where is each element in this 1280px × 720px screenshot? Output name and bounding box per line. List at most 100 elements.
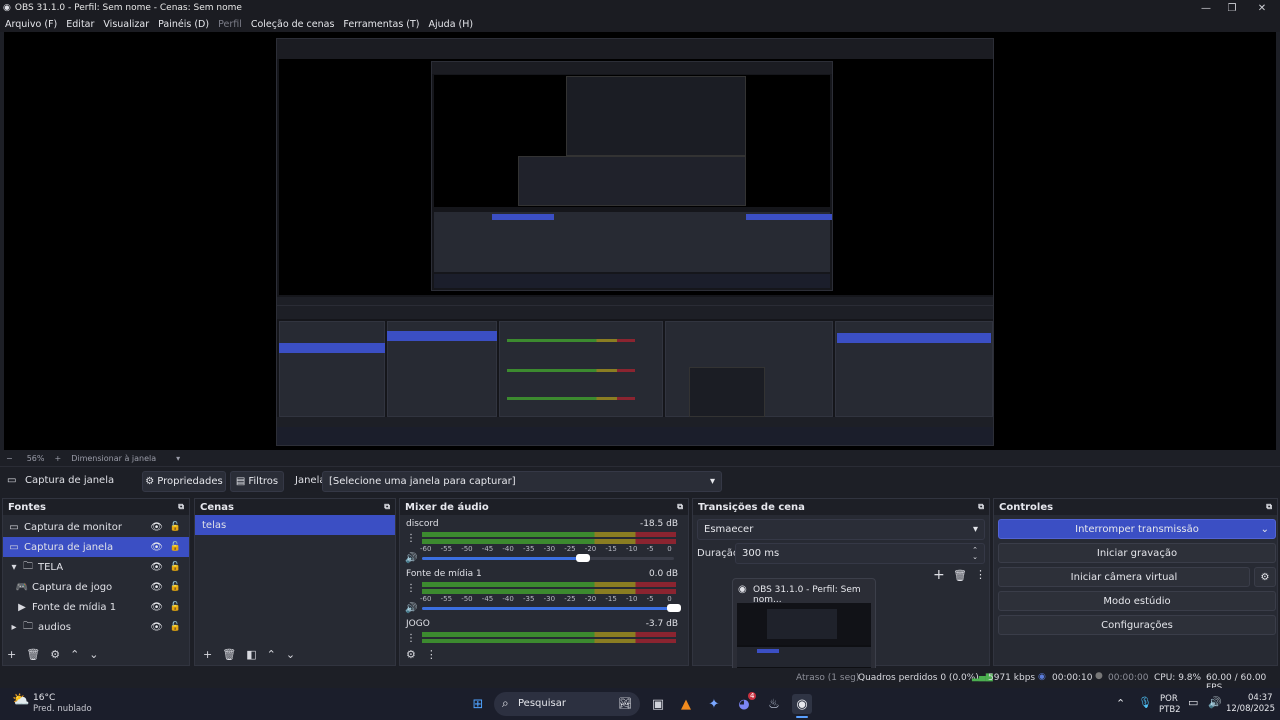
- stop-stream-button[interactable]: Interromper transmissão ⌄: [998, 519, 1276, 539]
- source-item[interactable]: ▶ Fonte de mídia 1 👁 🔓: [3, 597, 189, 617]
- source-item[interactable]: ▭ Captura de monitor 👁 🔓: [3, 517, 189, 537]
- menu-ferramentas[interactable]: Ferramentas (T): [343, 19, 419, 30]
- volume-slider-handle[interactable]: [667, 604, 681, 612]
- recursive-capture-preview: [276, 38, 994, 446]
- settings-button[interactable]: Configurações: [998, 615, 1276, 635]
- sources-toolbar: + 🗑 ⚙ ⌃ ⌄: [3, 643, 189, 665]
- menu-colecao-cenas[interactable]: Coleção de cenas: [251, 19, 335, 30]
- chevron-up-icon[interactable]: ⌃: [1116, 697, 1125, 710]
- taskbar-search[interactable]: ⌕ Pesquisar 🏞: [494, 692, 640, 716]
- clock-date[interactable]: 12/08/2025: [1226, 704, 1275, 714]
- eye-icon[interactable]: 👁: [150, 522, 163, 533]
- language-indicator[interactable]: POR: [1160, 694, 1178, 704]
- menu-editar[interactable]: Editar: [66, 19, 94, 30]
- move-down-icon[interactable]: ⌄: [286, 648, 295, 661]
- source-item[interactable]: ▸ 🗀 audios 👁 🔓: [3, 617, 189, 637]
- menu-ajuda[interactable]: Ajuda (H): [429, 19, 474, 30]
- copilot-icon[interactable]: ✦: [704, 694, 724, 714]
- gear-icon[interactable]: ⚙: [406, 648, 416, 661]
- menu-visualizar[interactable]: Visualizar: [103, 19, 149, 30]
- virtual-camera-settings-button[interactable]: ⚙: [1254, 567, 1276, 587]
- undock-icon[interactable]: ⧉: [677, 502, 683, 512]
- lock-icon[interactable]: 🔓: [170, 522, 181, 532]
- start-virtual-camera-button[interactable]: Iniciar câmera virtual: [998, 567, 1250, 587]
- trash-icon[interactable]: 🗑: [953, 569, 967, 582]
- filter-icon[interactable]: ◧: [246, 648, 256, 661]
- duration-stepper[interactable]: 300 ms ⌃ ⌄: [735, 543, 985, 564]
- chevron-down-icon[interactable]: ▾: [176, 454, 180, 463]
- zoom-out-button[interactable]: −: [6, 454, 13, 463]
- chevron-right-icon[interactable]: ▸: [7, 622, 21, 633]
- clock-time[interactable]: 04:37: [1248, 693, 1273, 703]
- trash-icon[interactable]: 🗑: [26, 648, 40, 661]
- more-vertical-icon[interactable]: ⋮: [975, 568, 986, 581]
- more-vertical-icon[interactable]: ⋮: [426, 648, 437, 661]
- maximize-button[interactable]: ❐: [1216, 0, 1248, 16]
- eye-icon[interactable]: 👁: [150, 602, 163, 613]
- app-a-icon[interactable]: ▲: [676, 694, 696, 714]
- steam-icon[interactable]: ♨: [764, 694, 784, 714]
- keyboard-layout[interactable]: PTB2: [1159, 705, 1181, 715]
- meter-tick-label: -40: [502, 595, 514, 603]
- move-up-icon[interactable]: ⌃: [267, 648, 276, 661]
- more-vertical-icon[interactable]: ⋮: [406, 633, 416, 643]
- window-select[interactable]: [Selecione uma janela para capturar] ▾: [322, 471, 722, 492]
- source-item[interactable]: ▾ 🗀 TELA 👁 🔓: [3, 557, 189, 577]
- lock-icon[interactable]: 🔓: [170, 582, 181, 592]
- mixer-header: Mixer de áudio ⧉: [400, 499, 688, 515]
- speaker-icon[interactable]: 🔊: [405, 603, 417, 614]
- properties-button[interactable]: ⚙ Propriedades: [142, 471, 226, 492]
- add-icon[interactable]: +: [7, 648, 16, 661]
- close-button[interactable]: ✕: [1246, 0, 1278, 16]
- eye-icon[interactable]: 👁: [150, 562, 163, 573]
- eye-icon[interactable]: 👁: [150, 582, 163, 593]
- lock-icon[interactable]: 🔓: [170, 622, 181, 632]
- source-item[interactable]: 🎮 Captura de jogo 👁 🔓: [3, 577, 189, 597]
- fit-to-window-label[interactable]: Dimensionar à janela: [71, 454, 156, 463]
- network-icon[interactable]: ▭: [1188, 696, 1198, 709]
- start-recording-button[interactable]: Iniciar gravação: [998, 543, 1276, 563]
- undock-icon[interactable]: ⧉: [178, 502, 184, 512]
- zoom-in-button[interactable]: +: [54, 454, 61, 463]
- speaker-icon[interactable]: 🔊: [405, 553, 417, 564]
- undock-icon[interactable]: ⧉: [1266, 502, 1272, 512]
- gear-icon[interactable]: ⚙: [50, 648, 60, 661]
- undock-icon[interactable]: ⧉: [384, 502, 390, 512]
- virtual-camera-label: Iniciar câmera virtual: [1070, 571, 1178, 583]
- meter-tick-label: -55: [440, 545, 453, 553]
- trash-icon[interactable]: 🗑: [222, 648, 236, 661]
- microphone-icon[interactable]: 🎙: [1138, 696, 1152, 709]
- more-vertical-icon[interactable]: ⋮: [406, 533, 416, 544]
- move-up-icon[interactable]: ⌃: [70, 648, 79, 661]
- menu-paineis[interactable]: Painéis (D): [158, 19, 209, 30]
- scene-item[interactable]: telas: [195, 515, 395, 535]
- windows-start-icon[interactable]: ⊞: [468, 694, 488, 714]
- filters-button[interactable]: ▤ Filtros: [230, 471, 284, 492]
- chevron-down-icon[interactable]: ⌄: [1261, 524, 1269, 535]
- add-icon[interactable]: +: [933, 567, 945, 583]
- add-icon[interactable]: +: [203, 648, 212, 661]
- source-item[interactable]: ▭ Captura de janela 👁 🔓: [3, 537, 189, 557]
- lock-icon[interactable]: 🔓: [170, 542, 181, 552]
- lock-icon[interactable]: 🔓: [170, 602, 181, 612]
- obs-taskbar-icon[interactable]: ◉: [792, 694, 812, 714]
- undock-icon[interactable]: ⧉: [978, 502, 984, 512]
- volume-slider-fill: [422, 557, 583, 560]
- taskbar-thumbnail-popup[interactable]: ◉ OBS 31.1.0 - Perfil: Sem nom...: [732, 578, 876, 676]
- transition-select[interactable]: Esmaecer ▾: [697, 519, 985, 540]
- studio-mode-button[interactable]: Modo estúdio: [998, 591, 1276, 611]
- task-view-icon[interactable]: ▣: [648, 694, 668, 714]
- eye-icon[interactable]: 👁: [150, 622, 163, 633]
- eye-icon[interactable]: 👁: [150, 542, 163, 553]
- volume-icon[interactable]: 🔊: [1208, 696, 1222, 709]
- move-down-icon[interactable]: ⌄: [89, 648, 98, 661]
- meter-tick-label: -30: [543, 595, 556, 603]
- lock-icon[interactable]: 🔓: [170, 562, 181, 572]
- chevron-down-icon[interactable]: ▾: [7, 562, 21, 573]
- monitor-icon: ▭: [9, 521, 19, 533]
- menu-perfil[interactable]: Perfil: [218, 19, 242, 30]
- menu-arquivo[interactable]: Arquivo (F): [5, 19, 57, 30]
- weather-icon[interactable]: ⛅: [12, 692, 29, 708]
- more-vertical-icon[interactable]: ⋮: [406, 583, 416, 594]
- volume-slider-handle[interactable]: [576, 554, 590, 562]
